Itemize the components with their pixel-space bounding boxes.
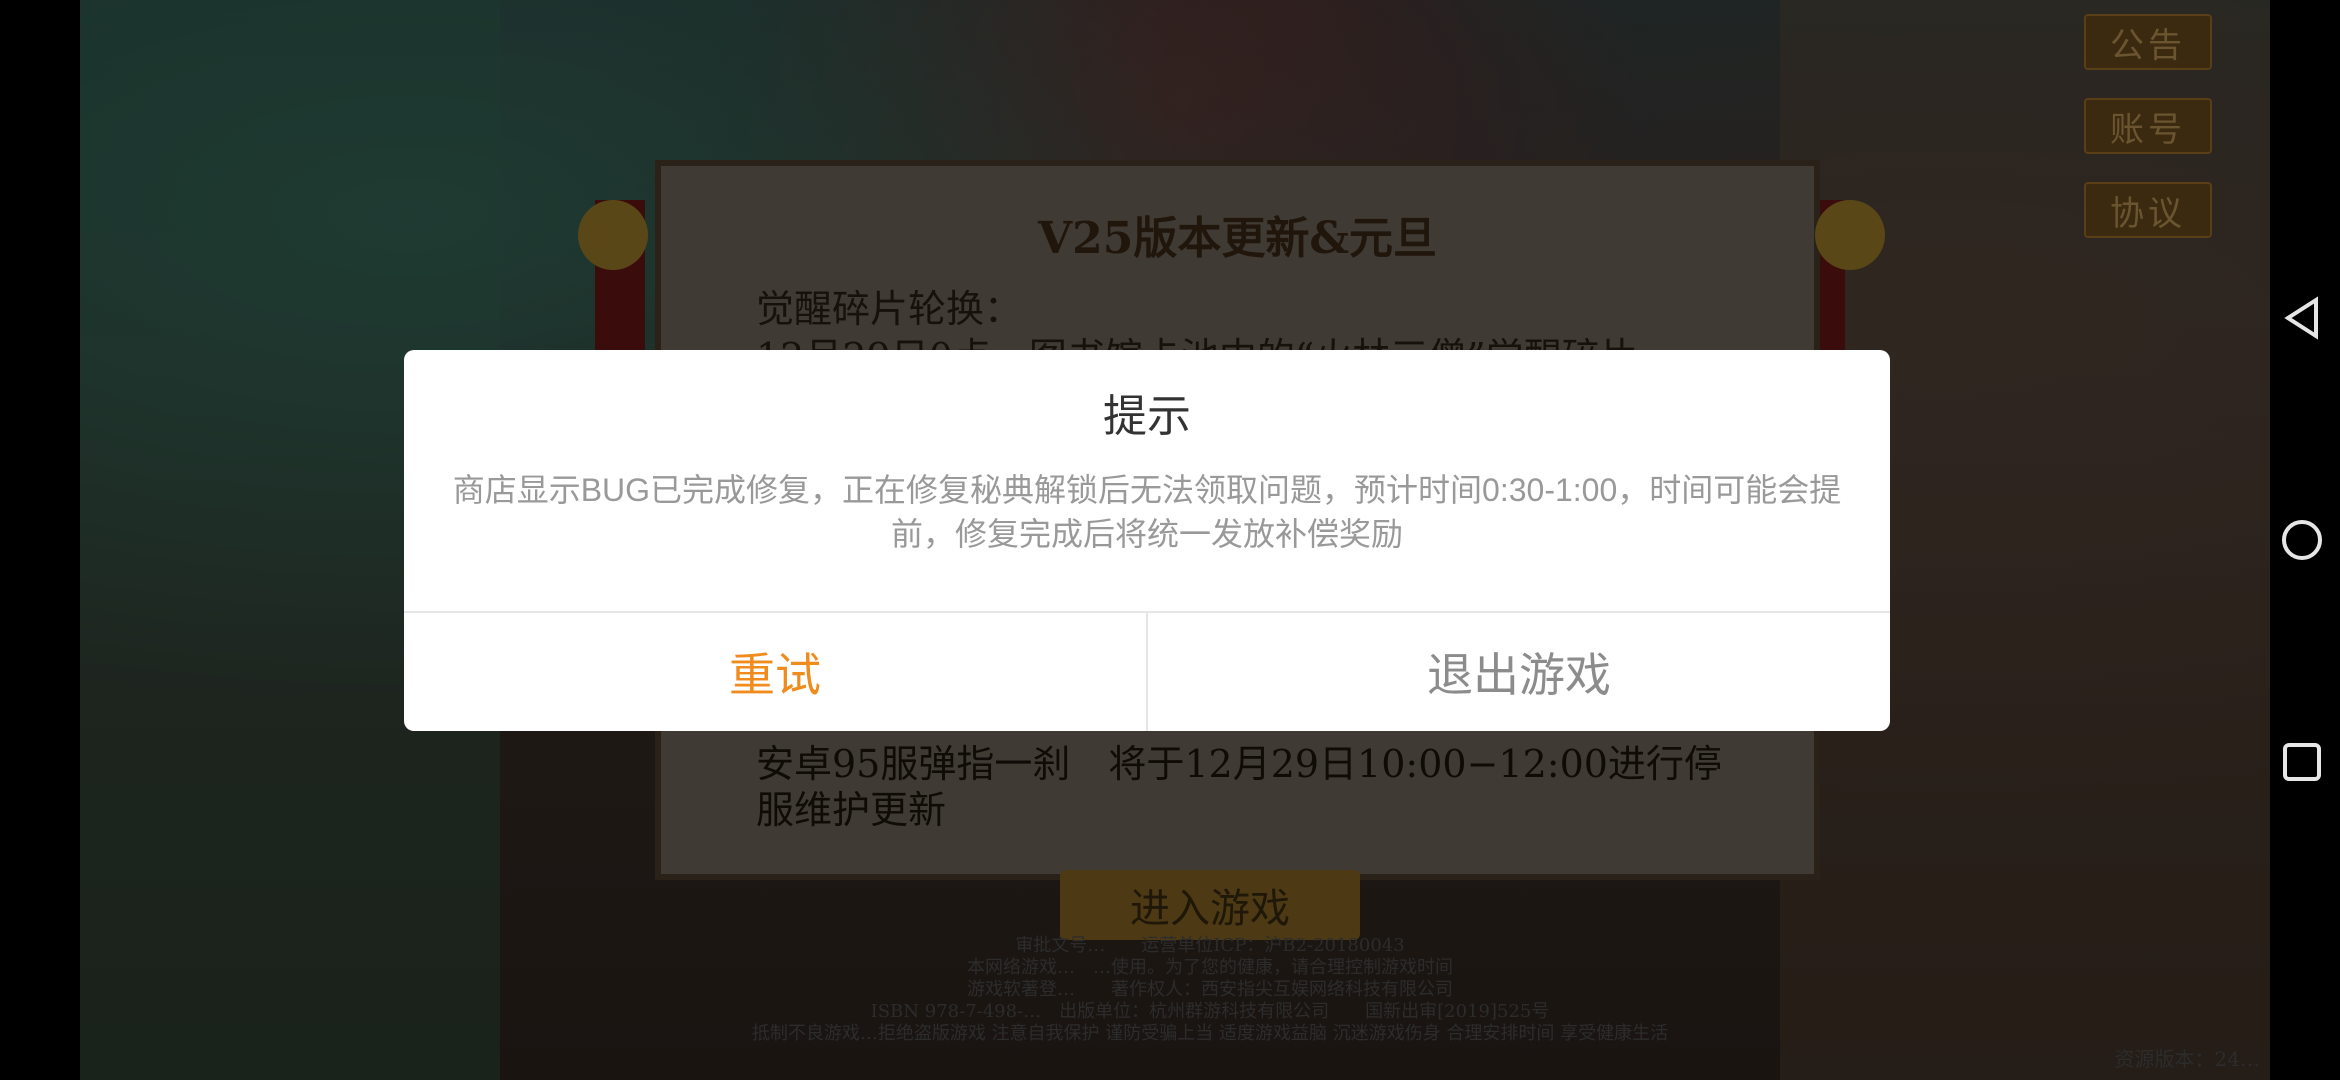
retry-button[interactable]: 重试	[404, 613, 1146, 731]
footer-line: 审批文号… 运营单位ICP：沪B2-20180043	[1015, 935, 1405, 956]
dialog-title: 提示	[1103, 392, 1191, 441]
exit-game-button[interactable]: 退出游戏	[1148, 613, 1890, 731]
footer-legal-text: 审批文号… 运营单位ICP：沪B2-20180043 本网络游戏… …使用。为了…	[560, 935, 1860, 1045]
notice-maintenance-line: 安卓95服弹指一刹 将于12月29日10:00−12:00进行停服维护更新	[756, 742, 1722, 832]
notice-title: V25版本更新&元旦	[1037, 213, 1438, 264]
footer-line: 抵制不良游戏…拒绝盗版游戏 注意自我保护 谨防受骗上当 适度游戏益脑 沉迷游戏伤…	[751, 1023, 1669, 1044]
enter-game-button[interactable]: 进入游戏	[1060, 870, 1360, 940]
footer-line: ISBN 978-7-498-… 出版单位：杭州群游科技有限公司 国新出审[20…	[870, 1001, 1550, 1022]
footer-line: 游戏软著登… 著作权人：西安指尖互娱网络科技有限公司	[967, 979, 1453, 1000]
alert-dialog: 提示 商店显示BUG已完成修复，正在修复秘典解锁后无法领取问题，预计时间0:30…	[404, 350, 1890, 731]
notice-button[interactable]: 公告	[2084, 14, 2212, 70]
footer-line: 本网络游戏… …使用。为了您的健康，请合理控制游戏时间	[967, 957, 1453, 978]
account-button[interactable]: 账号	[2084, 98, 2212, 154]
system-nav-bar	[2270, 0, 2340, 1080]
agreement-button[interactable]: 协议	[2084, 182, 2212, 238]
right-bell-icon	[1815, 200, 1885, 270]
recents-square-icon[interactable]	[2280, 740, 2324, 784]
home-circle-icon[interactable]	[2280, 518, 2324, 562]
left-bell-icon	[578, 200, 648, 270]
resource-version: 资源版本：24…	[2114, 1047, 2260, 1071]
back-triangle-icon[interactable]	[2280, 296, 2324, 340]
dialog-message: 商店显示BUG已完成修复，正在修复秘典解锁后无法领取问题，预计时间0:30-1:…	[452, 472, 1842, 552]
notice-heading: 觉醒碎片轮换：	[756, 287, 1023, 331]
left-black-bar	[0, 0, 80, 1080]
